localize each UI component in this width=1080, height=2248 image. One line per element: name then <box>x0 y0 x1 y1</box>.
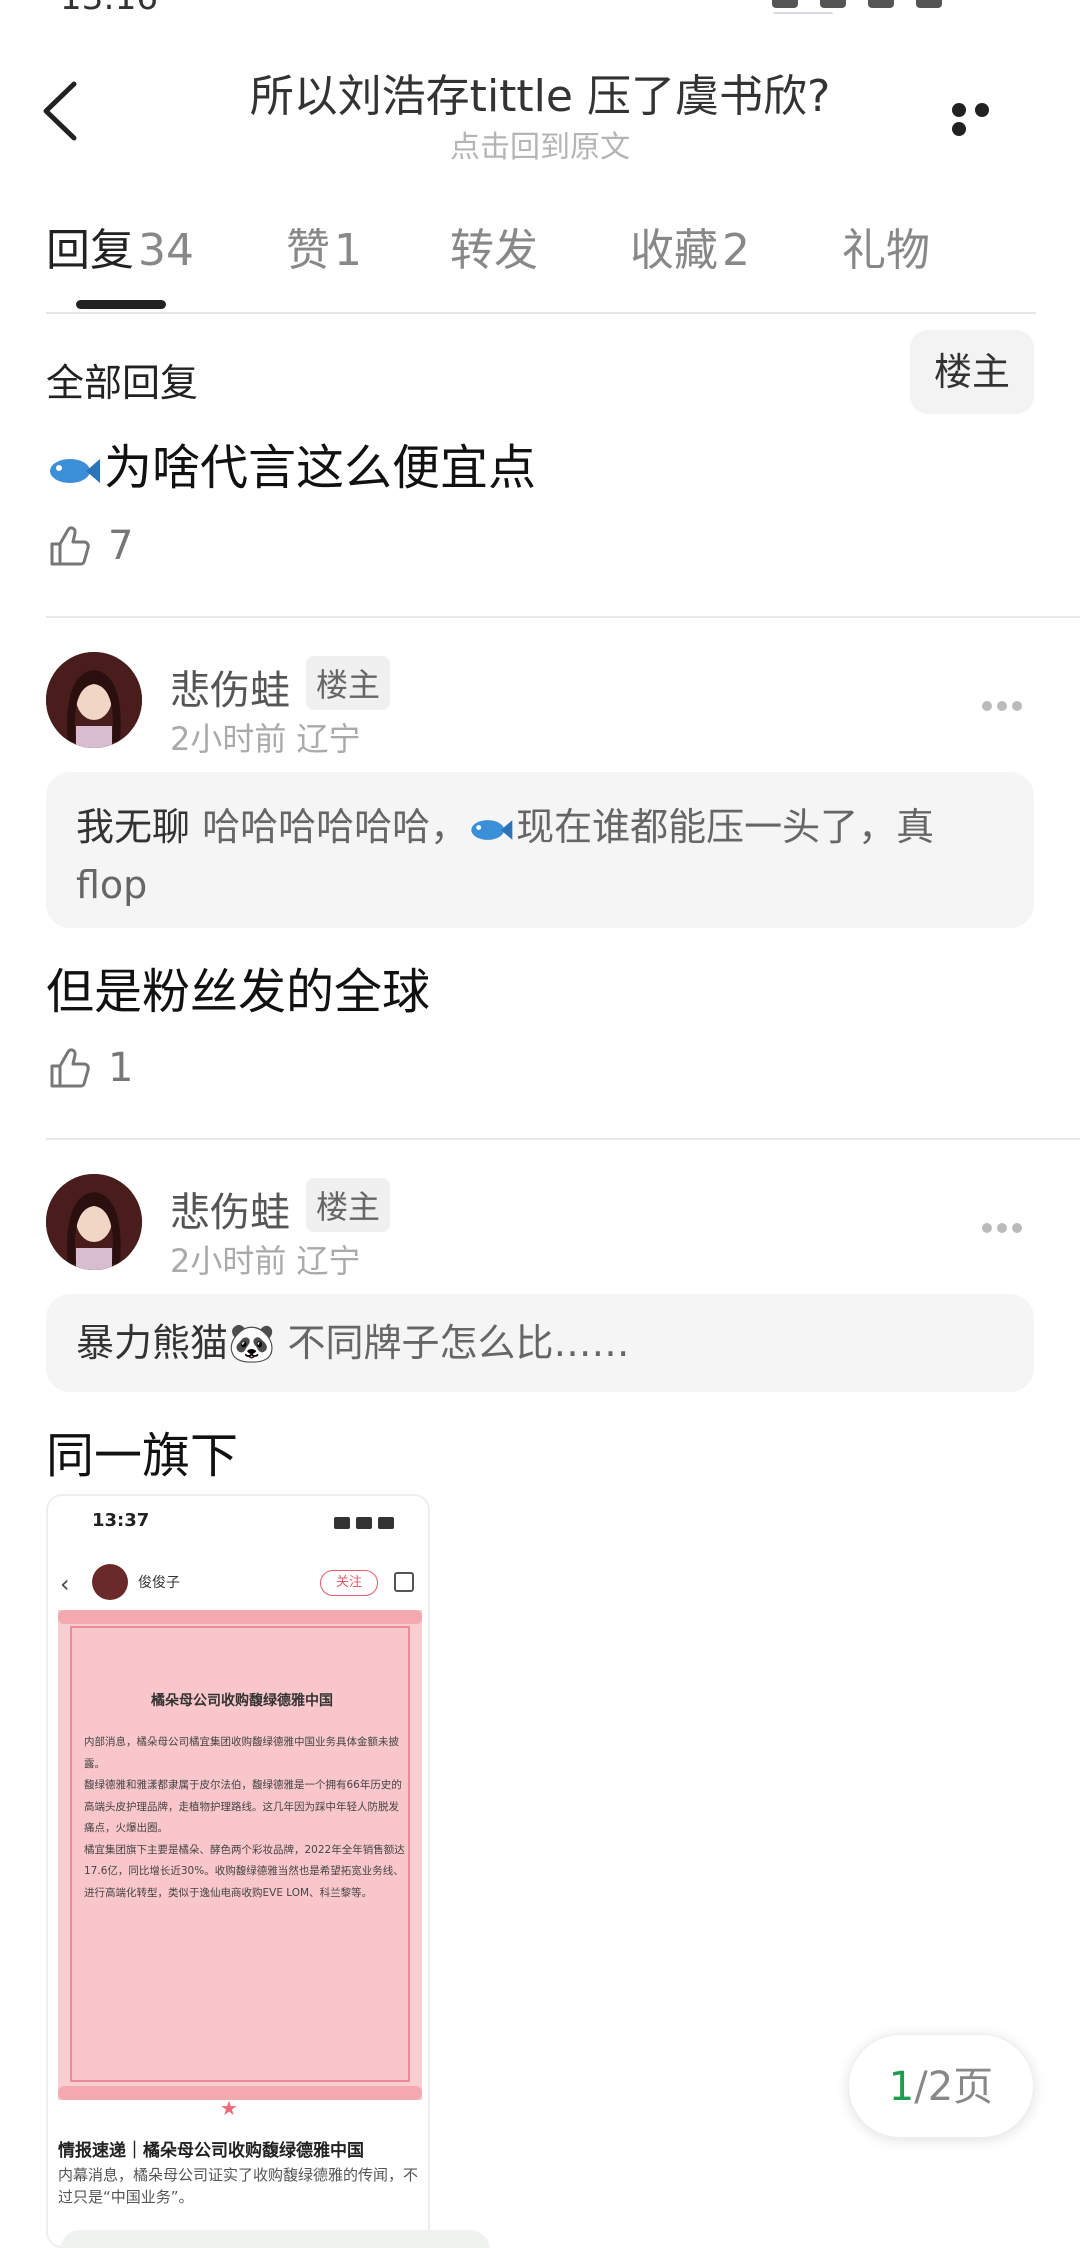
like-button[interactable]: 7 <box>46 518 133 574</box>
tab-reposts-label: 转发 <box>450 225 538 276</box>
username[interactable]: 悲伤蛙 <box>170 1180 290 1238</box>
embed-caption: 情报速递｜橘朵母公司收购馥绿德雅中国 <box>58 2141 364 2161</box>
reply-text: 为啥代言这么便宜点 <box>46 428 536 498</box>
reply-more-icon[interactable] <box>982 696 1030 711</box>
tab-gifts[interactable]: 礼物 <box>842 214 930 278</box>
thumbs-up-icon <box>50 1048 90 1088</box>
header: 所以刘浩存tittle 压了虞书欣? 点击回到原文 <box>0 40 1080 170</box>
active-tab-indicator <box>76 300 166 309</box>
embed-paragraph: 橘宜集团旗下主要是橘朵、酵色两个彩妆品牌，2022年全年销售额达17.6亿，同比… <box>84 1843 405 1899</box>
current-page: 1 <box>888 2064 915 2110</box>
embed-avatar <box>92 1564 128 1600</box>
embed-back-icon: ‹ <box>60 1570 70 1598</box>
embed-username: 俊俊子 <box>138 1575 180 1591</box>
back-icon[interactable] <box>38 76 88 146</box>
embed-body: 内部消息，橘朵母公司橘宜集团收购馥绿德雅中国业务具体金额未披露。 馥绿德雅和雅漾… <box>84 1732 406 1904</box>
tab-likes-label: 赞 <box>286 225 330 276</box>
quoted-reply[interactable]: 我无聊 哈哈哈哈哈哈， 现在谁都能压一头了，真flop <box>46 772 1034 928</box>
fish-emoji-icon <box>471 819 513 840</box>
page-title: 所以刘浩存tittle 压了虞书欣? <box>249 71 831 122</box>
like-button[interactable]: 1 <box>46 1040 133 1096</box>
quoted-text: 不同牌子怎么比…… <box>287 1321 630 1365</box>
embed-paragraph: 馥绿德雅和雅漾都隶属于皮尔法伯，馥绿德雅是一个拥有66年历史的高端头皮护理品牌，… <box>84 1779 402 1834</box>
attached-image[interactable]: 13:37 ‹ 俊俊子 关注 橘朵母公司收购馥绿德雅中国 内部消息，橘朵母公司橘… <box>46 1494 430 2248</box>
owner-badge: 楼主 <box>306 1178 391 1232</box>
like-count: 1 <box>108 1045 134 1091</box>
page-indicator[interactable]: 1/2页 <box>848 2034 1034 2138</box>
panda-emoji-icon: 🐼 <box>228 1321 276 1365</box>
thumbs-up-icon <box>50 526 90 566</box>
reply-1-text: 为啥代言这么便宜点 <box>104 440 537 496</box>
reply-3-text: 同一旗下 <box>46 1428 239 1484</box>
divider <box>46 1138 1080 1140</box>
reply-more-icon[interactable] <box>982 1218 1030 1233</box>
like-count: 7 <box>108 523 134 569</box>
tab-replies-label: 回复 <box>46 225 134 276</box>
tab-replies-count: 34 <box>138 225 194 276</box>
avatar[interactable] <box>46 1174 142 1270</box>
reply-2-text: 但是粉丝发的全球 <box>46 964 431 1020</box>
battery-icon <box>772 12 834 14</box>
tab-favorites[interactable]: 收藏2 <box>630 214 750 278</box>
wifi-icon <box>916 0 942 8</box>
tab-likes[interactable]: 赞1 <box>286 214 362 278</box>
post-meta: 2小时前 辽宁 <box>170 1242 361 1280</box>
embed-follow-button: 关注 <box>320 1570 378 1596</box>
tab-replies[interactable]: 回复34 <box>46 214 194 278</box>
back-to-original-link[interactable]: 点击回到原文 <box>160 122 920 166</box>
username[interactable]: 悲伤蛙 <box>170 658 290 716</box>
mute-icon <box>772 0 798 8</box>
quoted-username: 暴力熊猫 <box>76 1321 229 1365</box>
sim-icon <box>820 0 846 8</box>
tab-bar: 回复34 赞1 转发 收藏2 礼物 <box>46 214 1036 314</box>
tab-favorites-label: 收藏 <box>630 225 718 276</box>
tab-favorites-count: 2 <box>722 225 750 276</box>
embed-status-icons <box>328 1514 398 1529</box>
embed-description: 内幕消息，橘朵母公司证实了收购馥绿德雅的传闻，不过只是“中国业务”。 <box>58 2166 419 2206</box>
more-options-icon[interactable] <box>952 102 1016 136</box>
avatar[interactable] <box>46 652 142 748</box>
signal-icon <box>868 0 894 8</box>
embed-status-time: 13:37 <box>92 1510 150 1531</box>
quoted-text: 哈哈哈哈哈哈， <box>202 805 469 849</box>
owner-only-filter-button[interactable]: 楼主 <box>910 330 1034 414</box>
fish-emoji-icon <box>50 459 100 483</box>
divider <box>46 616 1080 618</box>
post-meta: 2小时前 辽宁 <box>170 720 361 758</box>
total-pages: /2页 <box>914 2064 994 2110</box>
status-time: 13:16 <box>60 0 158 14</box>
embed-scroll-card: 橘朵母公司收购馥绿德雅中国 内部消息，橘朵母公司橘宜集团收购馥绿德雅中国业务具体… <box>58 1610 422 2100</box>
embed-star-icon: ★ <box>220 2096 238 2120</box>
all-replies-heading: 全部回复 <box>46 361 199 405</box>
embed-paragraph: 内部消息，橘朵母公司橘宜集团收购馥绿德雅中国业务具体金额未披露。 <box>84 1736 399 1770</box>
tab-likes-count: 1 <box>334 225 362 276</box>
embed-share-icon <box>394 1572 414 1592</box>
quoted-reply[interactable]: 暴力熊猫🐼 不同牌子怎么比…… <box>46 1294 1034 1392</box>
quoted-username: 我无聊 <box>76 805 191 849</box>
reply-input-bar[interactable] <box>60 2230 490 2248</box>
embed-heading: 橘朵母公司收购馥绿德雅中国 <box>151 1693 333 1709</box>
tab-gifts-label: 礼物 <box>842 225 930 276</box>
owner-badge: 楼主 <box>306 656 391 710</box>
status-icons <box>750 0 1010 14</box>
status-bar: 13:16 <box>0 0 1080 14</box>
tab-reposts[interactable]: 转发 <box>450 214 538 278</box>
